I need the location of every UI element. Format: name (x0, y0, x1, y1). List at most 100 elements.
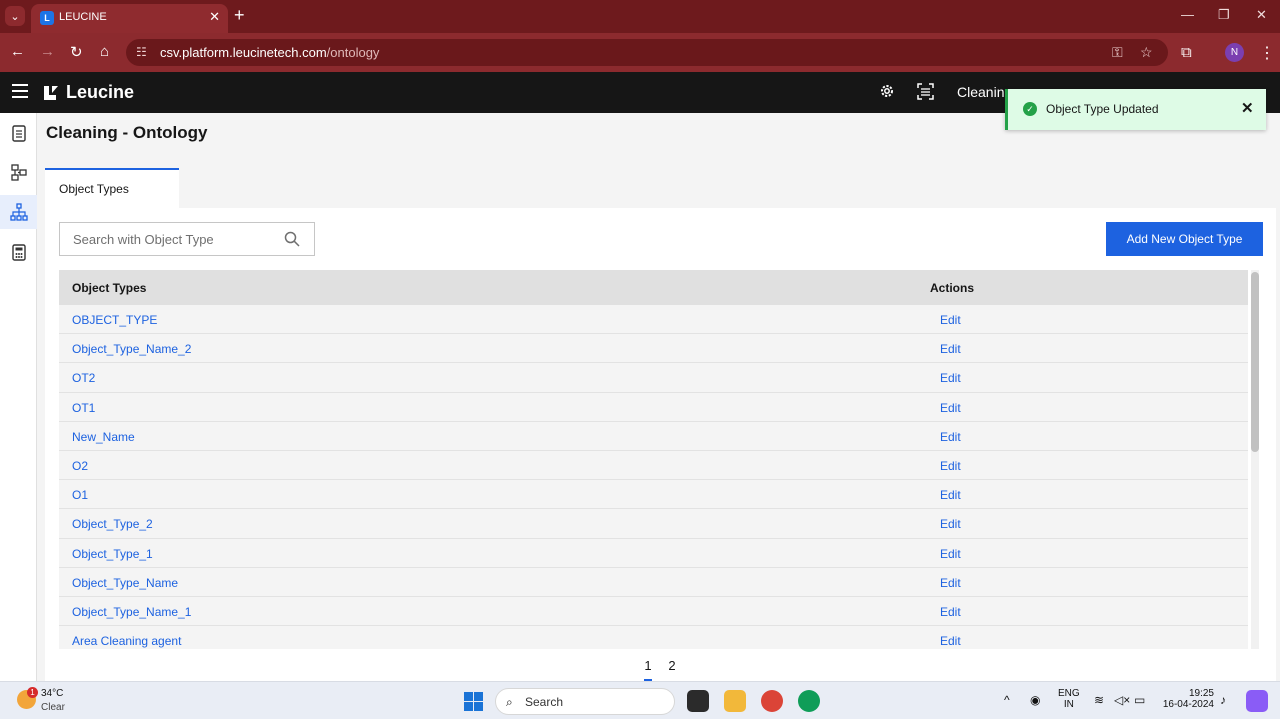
back-icon[interactable]: ← (10, 43, 25, 60)
edit-link[interactable]: Edit (940, 371, 961, 385)
table-row: OT2 Edit (59, 363, 1248, 393)
language-indicator[interactable]: ENG IN (1058, 688, 1080, 710)
task-view-icon[interactable] (687, 690, 709, 712)
tab-close-icon[interactable]: ✕ (209, 9, 220, 25)
new-tab-button[interactable]: + (234, 5, 245, 26)
facility-selector[interactable]: Cleaning (957, 84, 1012, 100)
flow-icon (10, 164, 27, 181)
taskbar-search-icon: ⌕ (506, 695, 513, 709)
table-row: New_Name Edit (59, 421, 1248, 451)
minimize-button[interactable]: — (1181, 7, 1194, 22)
table-row: O2 Edit (59, 450, 1248, 481)
browser-menu-icon[interactable]: ⋮ (1259, 43, 1275, 63)
table-body: OBJECT_TYPE Edit Object_Type_Name_2 Edit OT2… (59, 305, 1248, 649)
browser-tab[interactable]: L LEUCINE ✕ (31, 4, 228, 33)
object-type-link[interactable]: OT2 (72, 371, 95, 385)
edit-link[interactable]: Edit (940, 605, 961, 619)
object-type-link[interactable]: Object_Type_Name_1 (72, 605, 191, 619)
edit-link[interactable]: Edit (940, 401, 961, 415)
object-type-link[interactable]: OBJECT_TYPE (72, 313, 157, 327)
battery-icon[interactable]: ▭ (1134, 693, 1145, 707)
weather-condition: Clear (41, 702, 65, 713)
page-1-button[interactable]: 1 (637, 658, 659, 682)
object-type-link[interactable]: O1 (72, 488, 88, 502)
edit-link[interactable]: Edit (940, 342, 961, 356)
object-type-link[interactable]: Object_Type_Name (72, 576, 178, 590)
object-type-link[interactable]: Object_Type_1 (72, 547, 153, 561)
search-input[interactable] (60, 223, 280, 255)
brand-name: Leucine (66, 82, 135, 102)
nav-checklist-icon[interactable] (0, 116, 37, 150)
table-row: OBJECT_TYPE Edit (59, 305, 1248, 335)
page-title: Cleaning - Ontology (46, 123, 208, 142)
tab-title: LEUCINE (59, 11, 107, 23)
forward-icon[interactable]: → (40, 43, 55, 60)
object-type-link[interactable]: New_Name (72, 430, 135, 444)
add-object-type-button[interactable]: Add New Object Type (1106, 222, 1263, 256)
chrome-profile-2-icon[interactable] (798, 690, 820, 712)
toast-close-icon[interactable]: ✕ (1241, 99, 1254, 117)
table-row: O1 Edit (59, 480, 1248, 510)
windows-start-icon[interactable] (464, 692, 483, 711)
edit-link[interactable]: Edit (940, 517, 961, 531)
home-icon[interactable]: ⌂ (100, 43, 109, 60)
object-type-link[interactable]: Object_Type_Name_2 (72, 342, 191, 356)
address-bar[interactable]: ☷ csv.platform.leucinetech.com/ontology … (126, 39, 1168, 66)
edit-link[interactable]: Edit (940, 634, 961, 648)
url-text[interactable]: csv.platform.leucinetech.com/ontology (160, 45, 379, 60)
search-icon[interactable] (284, 231, 300, 247)
file-explorer-icon[interactable] (724, 690, 746, 712)
leucine-logo-icon (44, 86, 58, 100)
nav-reports-icon[interactable] (0, 235, 37, 269)
tab-label: Object Types (59, 182, 129, 196)
gear-icon[interactable] (879, 83, 895, 99)
bookmark-star-icon[interactable]: ☆ (1140, 44, 1153, 61)
close-window-button[interactable]: ✕ (1256, 7, 1267, 23)
extensions-icon[interactable]: ⧉ (1181, 44, 1192, 61)
edit-link[interactable]: Edit (940, 313, 961, 327)
chrome-profile-1-icon[interactable] (761, 690, 783, 712)
network-status-icon[interactable]: ◉ (1030, 693, 1040, 707)
scrollbar-thumb[interactable] (1251, 272, 1259, 452)
browser-tab-strip: ⌄ L LEUCINE ✕ + — ❐ ✕ (0, 0, 1280, 33)
edit-link[interactable]: Edit (940, 488, 961, 502)
table-row: Object_Type_Name_2 Edit (59, 334, 1248, 364)
notification-bell-icon[interactable]: ♪ (1220, 693, 1226, 707)
table-row: Object_Type_Name_1 Edit (59, 596, 1248, 627)
object-type-link[interactable]: OT1 (72, 401, 95, 415)
taskbar-search[interactable]: ⌕ Search (495, 688, 675, 715)
tab-object-types[interactable]: Object Types (45, 168, 179, 208)
edit-link[interactable]: Edit (940, 576, 961, 590)
object-type-link[interactable]: Object_Type_2 (72, 517, 153, 531)
edit-link[interactable]: Edit (940, 547, 961, 561)
taskbar: 1 34°C Clear ⌕ Search ^ ◉ ENG IN ≋ ◁× ▭ 1… (0, 681, 1280, 719)
object-type-link[interactable]: O2 (72, 459, 88, 473)
volume-icon[interactable]: ◁× (1114, 693, 1130, 707)
clipboard-icon (11, 125, 26, 142)
page-2-button[interactable]: 2 (661, 658, 683, 673)
scan-icon[interactable] (917, 83, 934, 100)
object-type-link[interactable]: Area Cleaning agent (72, 634, 181, 648)
nav-ontology-icon[interactable] (0, 195, 37, 229)
site-info-icon[interactable]: ☷ (136, 45, 147, 59)
edit-link[interactable]: Edit (940, 430, 961, 444)
password-key-icon[interactable]: ⚿ (1112, 44, 1123, 61)
table-row: OT1 Edit (59, 392, 1248, 422)
clock-date: 16-04-2024 (1162, 699, 1214, 710)
column-header-object-types: Object Types (72, 281, 147, 295)
profile-avatar[interactable]: N (1225, 43, 1244, 62)
hierarchy-icon (9, 203, 28, 221)
clock[interactable]: 19:25 16-04-2024 (1158, 688, 1214, 710)
nav-processes-icon[interactable] (0, 155, 37, 189)
browser-toolbar: ← → ↻ ⌂ ☷ csv.platform.leucinetech.com/o… (0, 33, 1280, 72)
tab-search-menu-icon[interactable]: ⌄ (5, 6, 25, 26)
table-scrollbar[interactable] (1251, 270, 1259, 649)
wifi-icon[interactable]: ≋ (1094, 693, 1104, 707)
edit-link[interactable]: Edit (940, 459, 961, 473)
copilot-icon[interactable] (1246, 690, 1268, 712)
menu-icon[interactable] (12, 84, 28, 98)
tray-overflow-icon[interactable]: ^ (1004, 693, 1010, 707)
column-header-actions: Actions (930, 281, 975, 295)
restore-button[interactable]: ❐ (1218, 7, 1230, 23)
reload-icon[interactable]: ↻ (70, 43, 83, 61)
